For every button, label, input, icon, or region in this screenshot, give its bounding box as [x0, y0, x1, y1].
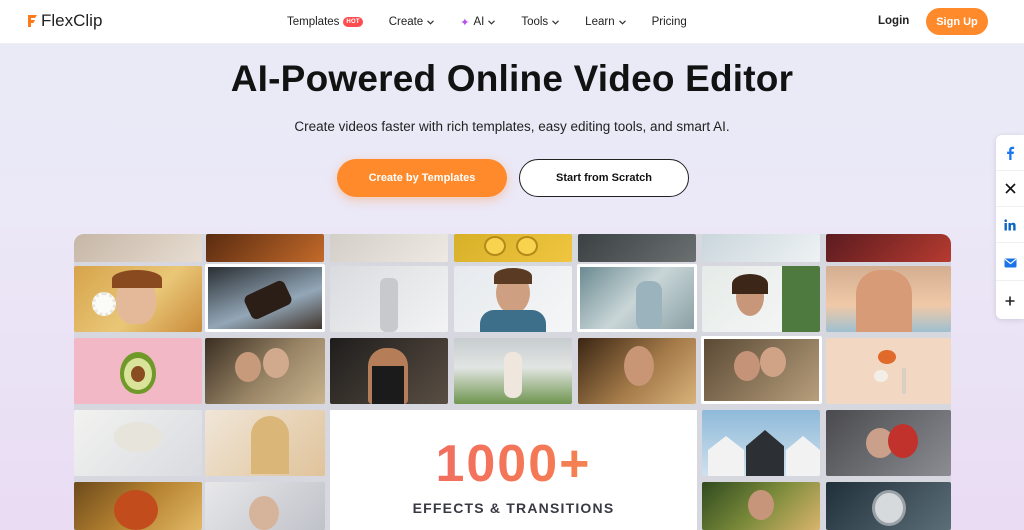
- share-x-button[interactable]: [996, 171, 1024, 207]
- hero-title: AI-Powered Online Video Editor: [230, 58, 794, 99]
- hot-badge: HOT: [343, 17, 363, 27]
- main-nav: Templates HOT Create ✦ AI Tools Learn Pr…: [287, 0, 713, 44]
- collage-thumbnail: [74, 234, 202, 262]
- collage-thumbnail: [74, 266, 202, 332]
- nav-learn-label: Learn: [585, 16, 615, 28]
- collage-thumbnail: [74, 482, 202, 530]
- share-linkedin-button[interactable]: [996, 207, 1024, 243]
- collage-thumbnail: [577, 264, 697, 332]
- x-icon: [1004, 183, 1016, 194]
- sparkle-icon: ✦: [460, 16, 470, 29]
- top-navigation-bar: FlexClip Templates HOT Create ✦ AI Tools…: [0, 0, 1024, 44]
- nav-tools[interactable]: Tools: [521, 16, 560, 28]
- chevron-down-icon: [552, 19, 560, 25]
- collage-thumbnail: [826, 410, 951, 476]
- facebook-icon: [1007, 146, 1015, 160]
- nav-templates[interactable]: Templates HOT: [287, 16, 363, 28]
- collage-thumbnail: [330, 266, 448, 332]
- hero-subtitle: Create videos faster with rich templates…: [294, 119, 730, 134]
- collage-thumbnail: [205, 264, 325, 332]
- nav-pricing[interactable]: Pricing: [652, 16, 687, 28]
- collage-thumbnail: [205, 410, 325, 476]
- collage-thumbnail: [74, 338, 202, 404]
- linkedin-icon: [1004, 218, 1016, 230]
- login-link[interactable]: Login: [878, 15, 909, 27]
- showcase-collage: 1000+ EFFECTS & TRANSITIONS: [74, 234, 951, 530]
- flexclip-logo[interactable]: FlexClip: [26, 10, 102, 32]
- chevron-down-icon: [488, 19, 496, 25]
- signup-button[interactable]: Sign Up: [926, 8, 988, 35]
- nav-learn[interactable]: Learn: [585, 16, 626, 28]
- collage-thumbnail: [702, 266, 820, 332]
- collage-thumbnail: [578, 338, 696, 404]
- start-from-scratch-button[interactable]: Start from Scratch: [519, 159, 689, 197]
- logo-text: FlexClip: [41, 11, 103, 30]
- share-more-button[interactable]: [996, 283, 1024, 319]
- nav-ai[interactable]: ✦ AI: [460, 16, 496, 29]
- collage-thumbnail: [205, 338, 325, 404]
- effects-count: 1000+: [330, 438, 697, 490]
- collage-thumbnail: [74, 410, 202, 476]
- chevron-down-icon: [427, 19, 435, 25]
- collage-thumbnail: [205, 482, 325, 530]
- create-by-templates-button[interactable]: Create by Templates: [337, 159, 507, 197]
- collage-thumbnail: [454, 266, 572, 332]
- collage-thumbnail: [454, 234, 572, 262]
- collage-thumbnail: [578, 234, 696, 262]
- nav-ai-label: AI: [473, 16, 485, 28]
- effects-caption: EFFECTS & TRANSITIONS: [412, 500, 615, 516]
- email-icon: [1004, 258, 1016, 267]
- collage-thumbnail: [702, 482, 820, 530]
- nav-create[interactable]: Create: [389, 16, 435, 28]
- collage-thumbnail: [206, 234, 324, 262]
- collage-thumbnail: [826, 234, 951, 262]
- collage-thumbnail: [826, 482, 951, 530]
- nav-create-label: Create: [388, 16, 424, 28]
- nav-pricing-label: Pricing: [651, 16, 687, 28]
- nav-templates-label: Templates: [287, 16, 340, 28]
- share-sidebar: [996, 135, 1024, 319]
- collage-thumbnail: [702, 410, 820, 476]
- effects-promo-panel: 1000+ EFFECTS & TRANSITIONS: [330, 410, 697, 530]
- collage-thumbnail: [701, 336, 822, 404]
- plus-icon: [1005, 296, 1015, 306]
- chevron-down-icon: [618, 19, 626, 25]
- share-email-button[interactable]: [996, 245, 1024, 281]
- collage-thumbnail: [330, 234, 448, 262]
- flexclip-logo-icon: [26, 13, 39, 29]
- collage-thumbnail: [702, 234, 820, 262]
- collage-thumbnail: [330, 338, 448, 404]
- share-facebook-button[interactable]: [996, 135, 1024, 171]
- nav-tools-label: Tools: [521, 16, 549, 28]
- collage-thumbnail: [826, 338, 951, 404]
- collage-thumbnail: [454, 338, 572, 404]
- collage-thumbnail: [826, 266, 951, 332]
